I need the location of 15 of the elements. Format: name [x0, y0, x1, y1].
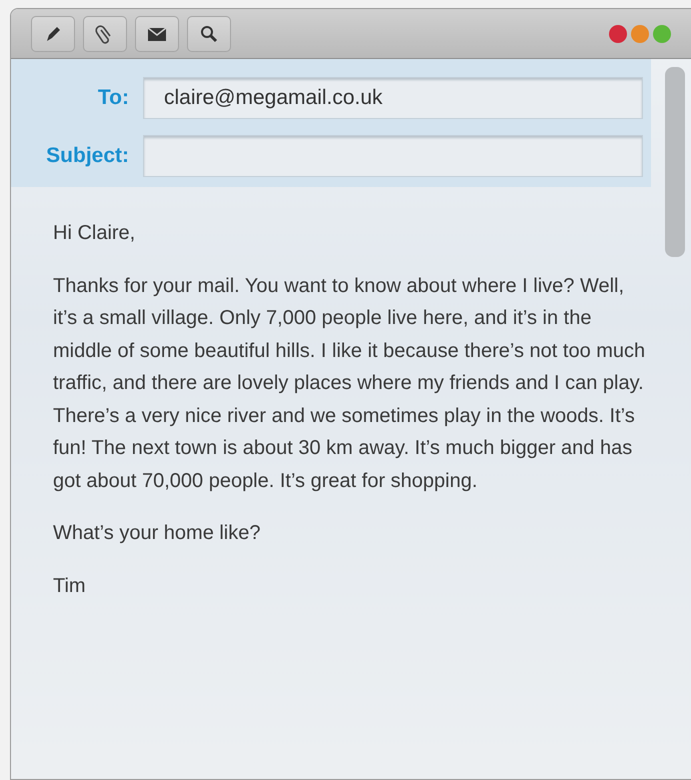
input-field[interactable]: claire@megamail.co.uk: [143, 77, 643, 119]
message-paragraph: Hi Claire,: [53, 221, 136, 246]
input-field[interactable]: [143, 135, 643, 177]
message-paragraph: Thanks for your mail. You want to know about where I live? Well, it’s a small village. Only 7,000 people live here, and it’s in the middle of some beautiful hills. I like it because there’s not too much traffic, and there are lovely places where my friends and I can play. There’s a very nice river and we sometimes play in the woods. It’s fun! The next town is about 30 km away. It’s much bigger and has got about 70,000 people. It’s great for shopping.: [53, 274, 646, 494]
paperclip-button[interactable]: [83, 16, 127, 52]
field-label: Subject:: [45, 143, 130, 170]
window-control[interactable]: [609, 24, 627, 42]
message-paragraph: What’s your home like?: [53, 521, 262, 546]
pencil-button[interactable]: [31, 16, 75, 52]
search-button[interactable]: [187, 16, 231, 52]
window-control[interactable]: [631, 24, 649, 42]
envelope-button[interactable]: [135, 16, 179, 52]
scrollbar-thumb[interactable]: [665, 67, 685, 257]
field-label: To:: [96, 85, 130, 112]
message-paragraph: Tim: [53, 574, 87, 598]
